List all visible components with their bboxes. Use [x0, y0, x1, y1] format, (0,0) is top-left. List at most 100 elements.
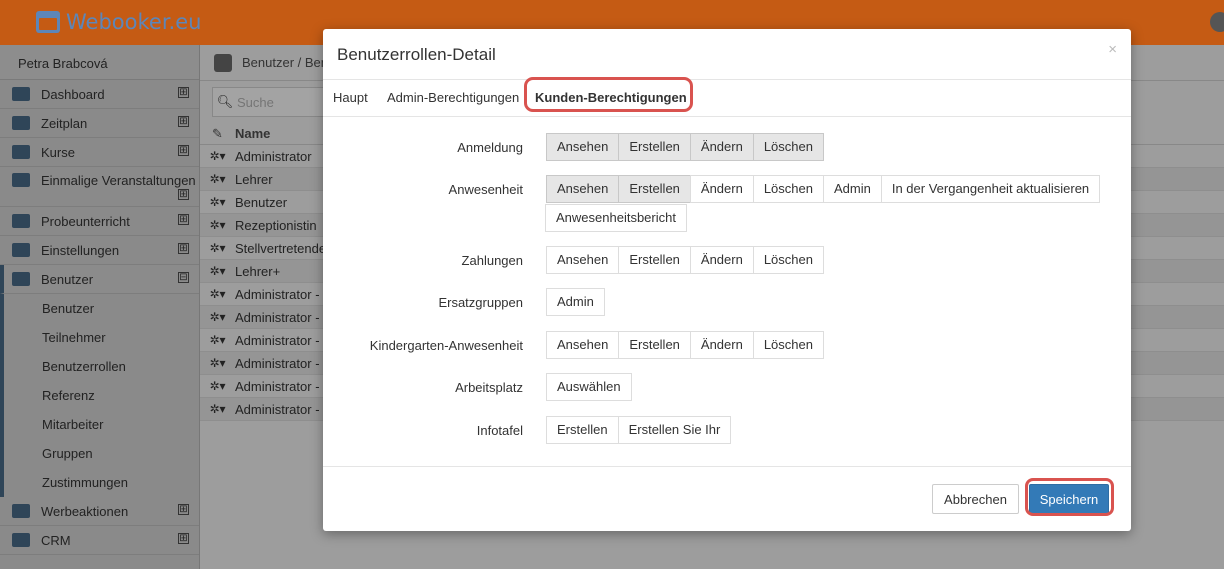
permission-anwesenheit-l-schen-toggle[interactable]: Löschen	[752, 175, 824, 203]
expand-icon[interactable]: ⊞	[178, 189, 189, 200]
permission-anwesenheit-in-der-vergangenheit-aktualisieren-toggle[interactable]: In der Vergangenheit aktualisieren	[880, 175, 1101, 203]
permission-anwesenheit--ndern-toggle[interactable]: Ändern	[689, 175, 754, 203]
permission-zahlungen-ansehen-toggle[interactable]: Ansehen	[546, 246, 620, 274]
permission-kindergarten-anwesenheit-ansehen-toggle[interactable]: Ansehen	[546, 331, 620, 359]
row-name: Administrator -	[235, 355, 320, 371]
permission-group-anmeldung: Ansehen Erstellen Ändern Löschen	[546, 133, 824, 161]
permission-kindergarten-anwesenheit--ndern-toggle[interactable]: Ändern	[689, 331, 754, 359]
expand-icon[interactable]: ⊞	[178, 214, 189, 225]
permission-anwesenheit-admin-toggle[interactable]: Admin	[822, 175, 882, 203]
sidebar-subitem-mitarbeiter[interactable]: Mitarbeiter	[4, 410, 199, 439]
tab-haupt[interactable]: Haupt	[333, 90, 368, 105]
gear-dropdown-icon[interactable]: ✲▾	[200, 402, 235, 416]
permission-anwesenheit-erstellen-toggle[interactable]: Erstellen	[618, 175, 691, 203]
permission-label-anmeldung: Anmeldung	[457, 140, 523, 155]
permission-label-zahlungen: Zahlungen	[461, 253, 523, 268]
expand-icon[interactable]: ⊞	[178, 533, 189, 544]
tab-admin-berechtigungen[interactable]: Admin-Berechtigungen	[387, 90, 519, 105]
search-icon[interactable]: 🔍︎	[213, 94, 237, 110]
gear-dropdown-icon[interactable]: ✲▾	[200, 356, 235, 370]
gear-dropdown-icon[interactable]: ✲▾	[200, 149, 235, 163]
row-name: Rezeptionistin	[235, 217, 317, 233]
gear-dropdown-icon[interactable]: ✲▾	[200, 310, 235, 324]
gear-dropdown-icon[interactable]: ✲▾	[200, 264, 235, 278]
permission-group-ersatzgruppen: Admin	[546, 288, 605, 316]
server-icon	[12, 243, 30, 257]
permission-infotafel-erstellen-sie-ihr-toggle[interactable]: Erstellen Sie Ihr	[617, 416, 732, 444]
calendar-logo-icon	[36, 11, 60, 33]
permission-zahlungen--ndern-toggle[interactable]: Ändern	[689, 246, 754, 274]
gear-dropdown-icon[interactable]: ✲▾	[200, 379, 235, 393]
sidebar-subitem-teilnehmer[interactable]: Teilnehmer	[4, 323, 199, 352]
search-input[interactable]	[237, 94, 337, 110]
home-icon	[12, 87, 30, 101]
user-menu-icon[interactable]	[1210, 12, 1224, 32]
permission-anwesenheit-anwesenheitsbericht-toggle[interactable]: Anwesenheitsbericht	[545, 204, 687, 232]
permission-label-arbeitsplatz: Arbeitsplatz	[455, 380, 523, 395]
permission-anmeldung--ndern-toggle[interactable]: Ändern	[689, 133, 754, 161]
row-name: Administrator -	[235, 332, 320, 348]
gear-dropdown-icon[interactable]: ✲▾	[200, 218, 235, 232]
sidebar-subitem-benutzerrollen[interactable]: Benutzerrollen	[4, 352, 199, 381]
sidebar-item-probeunterricht[interactable]: Probeunterricht ⊞	[0, 207, 199, 236]
permission-anmeldung-ansehen-toggle[interactable]: Ansehen	[546, 133, 620, 161]
sidebar-item-einmalige-veranstaltungen[interactable]: Einmalige Veranstaltungen ⊞	[0, 167, 199, 207]
sidebar-item-label: Dashboard	[41, 86, 105, 102]
row-name: Benutzer	[235, 194, 288, 210]
gear-dropdown-icon[interactable]: ✲▾	[200, 333, 235, 347]
expand-icon[interactable]: ⊞	[178, 504, 189, 515]
gear-dropdown-icon[interactable]: ✲▾	[200, 195, 235, 209]
sidebar-subitem-gruppen[interactable]: Gruppen	[4, 439, 199, 468]
sidebar-item-einstellungen[interactable]: Einstellungen ⊞	[0, 236, 199, 265]
sidebar-item-dashboard[interactable]: Dashboard ⊞	[0, 80, 199, 109]
sidebar-item-label: Einmalige Veranstaltungen	[41, 173, 196, 188]
logo[interactable]: Webooker.eu	[36, 8, 201, 36]
refresh-icon[interactable]	[214, 53, 232, 72]
row-name: Administrator -	[235, 401, 320, 417]
sidebar-item-kurse[interactable]: Kurse ⊞	[0, 138, 199, 167]
sidebar-item-label: Werbeaktionen	[41, 503, 129, 519]
sidebar-item-werbeaktionen[interactable]: Werbeaktionen ⊞	[0, 497, 199, 526]
cancel-button[interactable]: Abbrechen	[932, 484, 1019, 514]
permission-anwesenheit-ansehen-toggle[interactable]: Ansehen	[546, 175, 620, 203]
sidebar-subitem-zustimmungen[interactable]: Zustimmungen	[4, 468, 199, 497]
permission-anmeldung-erstellen-toggle[interactable]: Erstellen	[618, 133, 691, 161]
expand-icon[interactable]: ⊞	[178, 87, 189, 98]
column-header-name[interactable]: Name	[235, 126, 270, 141]
sidebar-subitem-benutzer[interactable]: Benutzer	[4, 294, 199, 323]
users-icon	[12, 272, 30, 286]
permission-zahlungen-l-schen-toggle[interactable]: Löschen	[752, 246, 824, 274]
modal-title: Benutzerrollen-Detail	[337, 45, 496, 64]
gear-dropdown-icon[interactable]: ✲▾	[200, 287, 235, 301]
permission-zahlungen-erstellen-toggle[interactable]: Erstellen	[618, 246, 691, 274]
edit-column-icon: ✎	[212, 125, 223, 141]
sidebar-subitem-referenz[interactable]: Referenz	[4, 381, 199, 410]
permission-kindergarten-anwesenheit-erstellen-toggle[interactable]: Erstellen	[618, 331, 691, 359]
permission-group-arbeitsplatz: Auswählen	[546, 373, 632, 401]
sidebar: Petra Brabcová Dashboard ⊞ Zeitplan ⊞ Kurse ⊞…	[0, 45, 200, 569]
sidebar-submenu-benutzer: Benutzer Teilnehmer Benutzerrollen Referenz…	[0, 294, 199, 497]
permission-kindergarten-anwesenheit-l-schen-toggle[interactable]: Löschen	[752, 331, 824, 359]
permission-label-ersatzgruppen: Ersatzgruppen	[438, 295, 523, 310]
close-icon[interactable]: ×	[1108, 41, 1117, 58]
sidebar-user-name[interactable]: Petra Brabcová	[0, 45, 199, 80]
permission-label-anwesenheit: Anwesenheit	[448, 182, 523, 197]
row-name: Stellvertretende	[235, 240, 327, 256]
sidebar-item-crm[interactable]: CRM ⊞	[0, 526, 199, 555]
sidebar-item-label: Probeunterricht	[41, 213, 130, 229]
permission-group-infotafel: Erstellen Erstellen Sie Ihr	[546, 416, 732, 444]
expand-icon[interactable]: ⊞	[178, 145, 189, 156]
permission-infotafel-erstellen-toggle[interactable]: Erstellen	[546, 416, 619, 444]
sidebar-item-label: CRM	[41, 532, 71, 548]
permission-ersatzgruppen-admin-toggle[interactable]: Admin	[546, 288, 605, 316]
gear-dropdown-icon[interactable]: ✲▾	[200, 172, 235, 186]
sidebar-item-benutzer[interactable]: Benutzer ⊟	[0, 265, 199, 294]
permission-anmeldung-l-schen-toggle[interactable]: Löschen	[752, 133, 824, 161]
gear-dropdown-icon[interactable]: ✲▾	[200, 241, 235, 255]
sidebar-item-zeitplan[interactable]: Zeitplan ⊞	[0, 109, 199, 138]
permission-arbeitsplatz-ausw-hlen-toggle[interactable]: Auswählen	[546, 373, 632, 401]
expand-icon[interactable]: ⊞	[178, 116, 189, 127]
permission-group-zahlungen: Ansehen Erstellen Ändern Löschen	[546, 246, 824, 274]
collapse-icon[interactable]: ⊟	[178, 272, 189, 283]
expand-icon[interactable]: ⊞	[178, 243, 189, 254]
